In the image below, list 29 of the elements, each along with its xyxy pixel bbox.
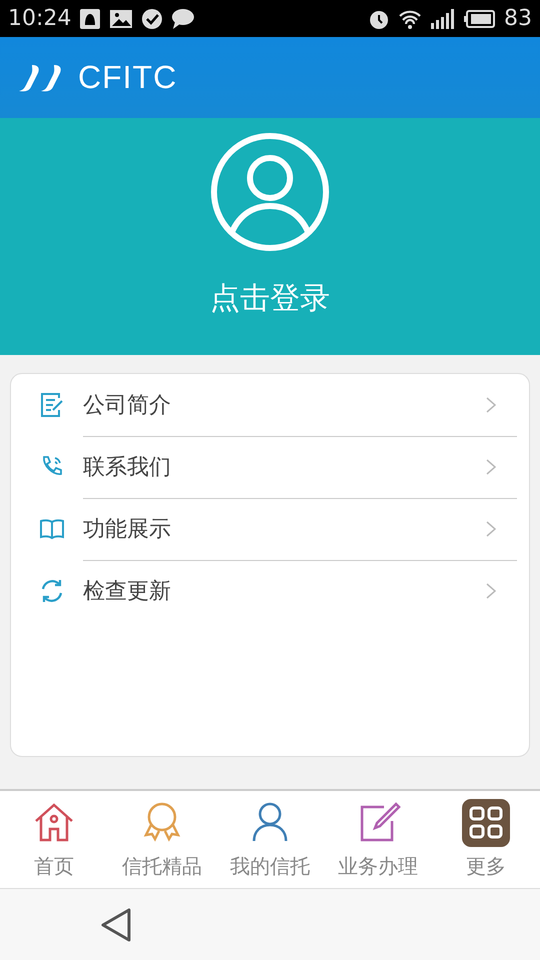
avatar-icon[interactable] — [210, 132, 330, 252]
tab[interactable]: 业务办理 — [324, 791, 432, 888]
check-icon — [141, 8, 164, 30]
login-link[interactable]: 点击登录 — [210, 278, 330, 319]
status-time: 10:24 — [8, 6, 72, 31]
chevron-icon — [485, 458, 497, 476]
image-icon — [109, 8, 134, 30]
signal-icon — [430, 8, 456, 30]
chat-icon — [171, 8, 196, 30]
chevron-icon — [485, 582, 497, 600]
logo-text: CFITC — [78, 59, 178, 96]
grid-icon — [462, 799, 510, 847]
menu-item[interactable]: 联系我们 — [39, 436, 517, 498]
wifi-icon — [398, 8, 422, 30]
notification-icon — [79, 8, 102, 30]
menu-item[interactable]: 功能展示 — [39, 498, 517, 560]
battery-icon — [464, 8, 496, 30]
tab[interactable]: 更多 — [432, 791, 540, 888]
tab[interactable]: 信托精品 — [108, 791, 216, 888]
menu-item[interactable]: 公司简介 — [39, 374, 517, 436]
chevron-icon — [485, 396, 497, 414]
tab[interactable]: 我的信托 — [216, 791, 324, 888]
battery-level: 83 — [504, 6, 532, 31]
refresh-icon — [39, 578, 65, 604]
chevron-icon — [485, 520, 497, 538]
document-icon — [39, 392, 65, 418]
tab[interactable]: 首页 — [0, 791, 108, 888]
back-icon[interactable] — [100, 907, 132, 943]
menu-item[interactable]: 检查更新 — [39, 560, 517, 622]
